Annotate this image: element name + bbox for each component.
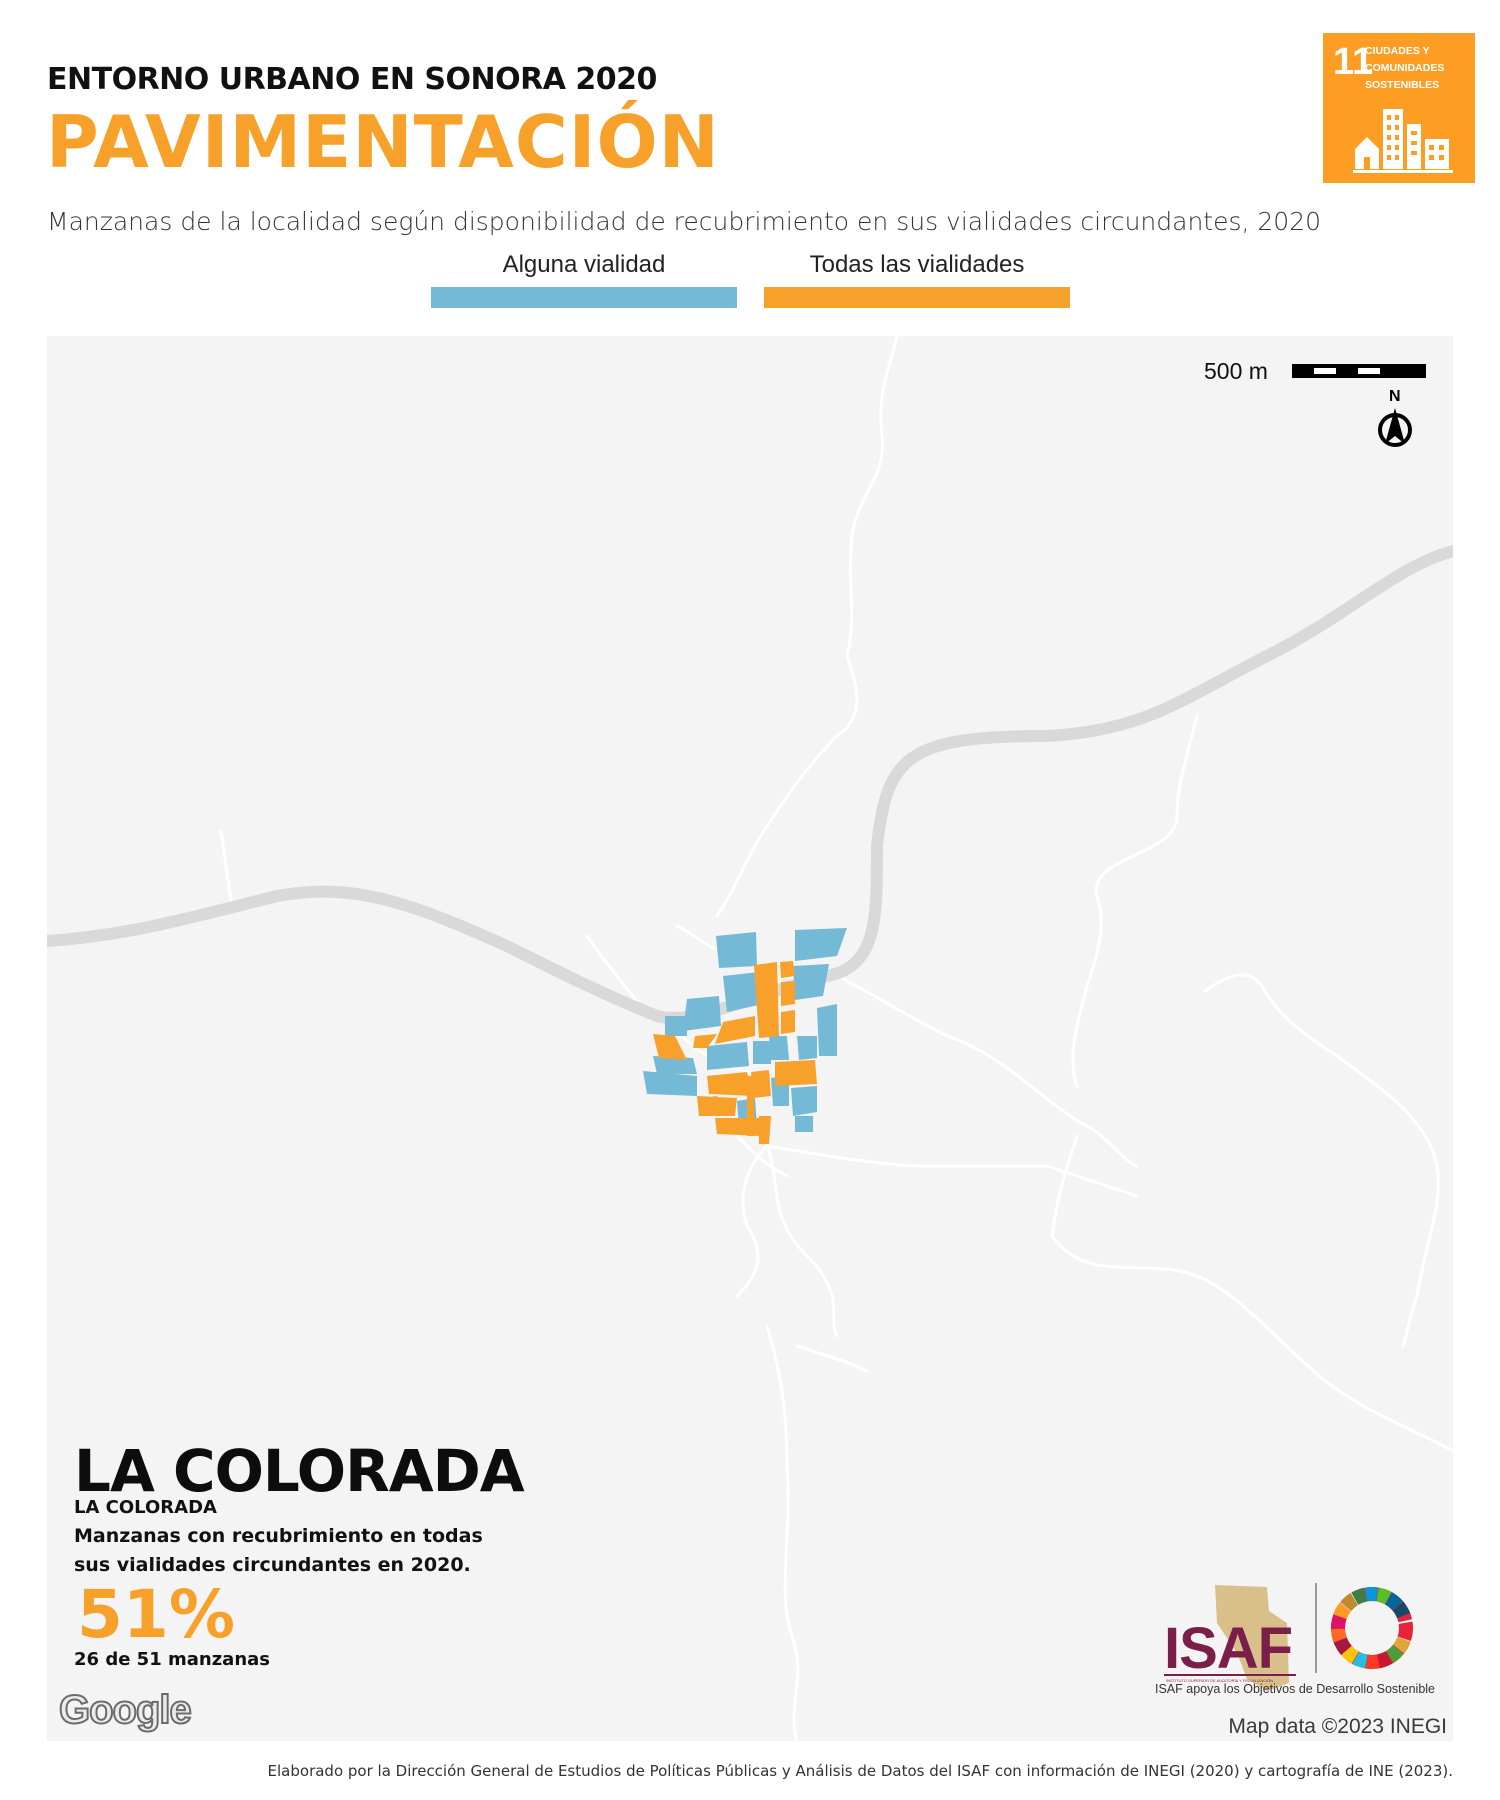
legend-swatch-all bbox=[764, 287, 1070, 308]
header-supertitle: ENTORNO URBANO EN SONORA 2020 bbox=[47, 62, 657, 97]
legend-swatch-some bbox=[431, 287, 737, 308]
coverage-percent: 51% bbox=[77, 1576, 235, 1653]
sdg-label: CIUDADES Y COMUNIDADES SOSTENIBLES bbox=[1365, 43, 1444, 94]
isaf-logo: ISAF bbox=[1164, 1616, 1293, 1681]
isaf-tagline: ISAF apoya los Objetivos de Desarrollo S… bbox=[1155, 1682, 1436, 1696]
page-title: PAVIMENTACIÓN bbox=[46, 100, 720, 184]
sdg-label-line: SOSTENIBLES bbox=[1365, 79, 1440, 91]
locality-description: Manzanas con recubrimiento en todas sus … bbox=[74, 1525, 483, 1576]
city-buildings-icon bbox=[1353, 109, 1453, 173]
isaf-underline bbox=[1164, 1674, 1296, 1676]
urban-blocks[interactable] bbox=[643, 928, 847, 1144]
map-attribution[interactable]: Map data ©2023 INEGI bbox=[1228, 1715, 1447, 1739]
google-logo: Google bbox=[58, 1687, 193, 1733]
legend-label-some: Alguna vialidad bbox=[502, 251, 666, 278]
scale-label: 500 m bbox=[1204, 358, 1268, 384]
north-label: N bbox=[1389, 388, 1401, 405]
locality-name: LA COLORADA bbox=[74, 1437, 525, 1505]
north-arrow-icon bbox=[1378, 408, 1412, 447]
legend-label-all: Todas las vialidades bbox=[809, 251, 1025, 278]
subtitle: Manzanas de la localidad según disponibi… bbox=[47, 207, 1322, 236]
locality-subname: LA COLORADA bbox=[74, 1497, 217, 1518]
blocks-count: 26 de 51 manzanas bbox=[74, 1649, 271, 1670]
footer-credit: Elaborado por la Dirección General de Es… bbox=[267, 1762, 1453, 1780]
scale-bar bbox=[1292, 364, 1426, 378]
sdg-label-line: CIUDADES Y bbox=[1365, 45, 1430, 57]
logo-divider bbox=[1315, 1583, 1317, 1673]
sdg-label-line: COMUNIDADES bbox=[1365, 62, 1445, 74]
sdg-wheel-icon bbox=[1330, 1586, 1413, 1669]
map-panel[interactable]: 500 m N LA COLORADA LA COLORADA Manzanas… bbox=[47, 336, 1453, 1741]
sdg-11-badge: 11 CIUDADES Y COMUNIDADES SOSTENIBLES bbox=[1323, 33, 1475, 183]
